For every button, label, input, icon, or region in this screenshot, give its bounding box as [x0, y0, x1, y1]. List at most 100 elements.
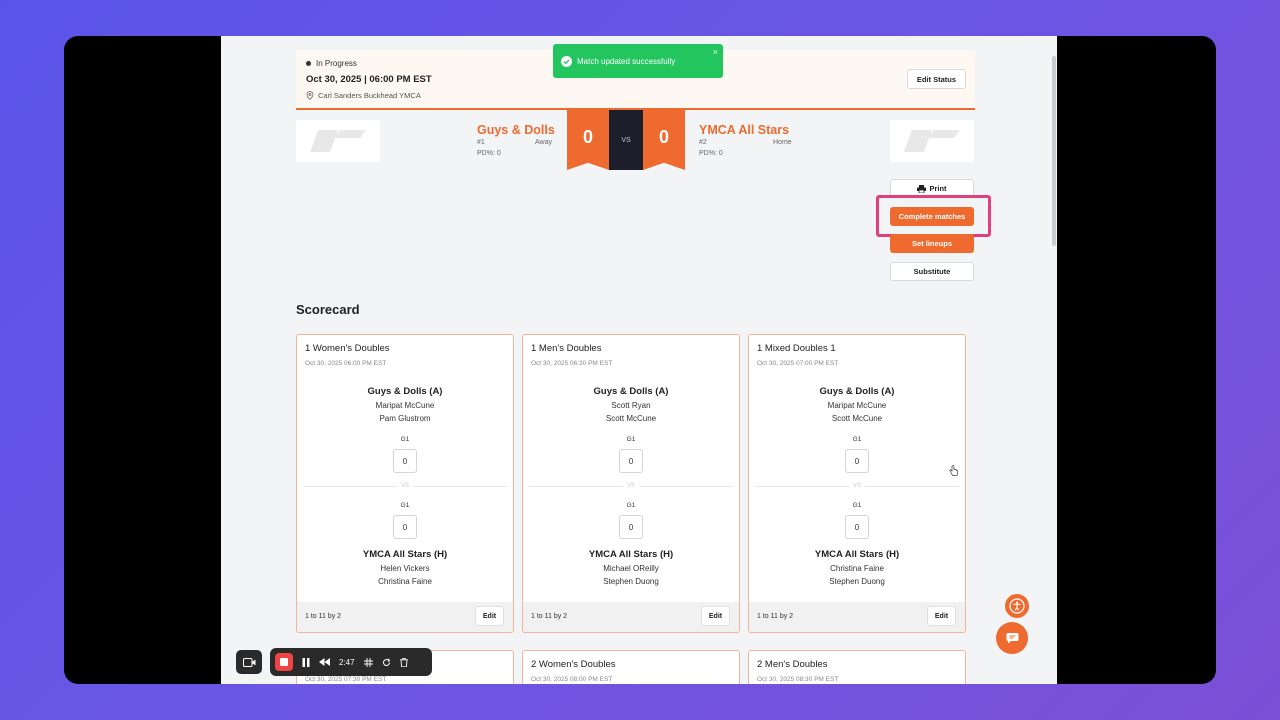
accessibility-icon	[1009, 598, 1025, 614]
page-scrollbar[interactable]	[1052, 56, 1056, 246]
player-name: Pam Glustrom	[379, 414, 431, 423]
team-a-block: Guys & Dolls (A) Scott Ryan Scott McCune	[523, 385, 739, 425]
logo-placeholder-icon	[310, 130, 366, 152]
vs-divider: VS	[523, 483, 739, 489]
pause-icon[interactable]	[302, 657, 310, 667]
away-team-rank: #1	[477, 139, 485, 146]
card-title: 1 Men's Doubles	[531, 343, 602, 354]
home-team-rank: #2	[699, 139, 707, 146]
game-label: G1	[626, 502, 636, 509]
chat-icon	[1006, 633, 1018, 644]
team-b-block: YMCA All Stars (H) Helen Vickers Christi…	[297, 548, 513, 588]
card-footer: 1 to 11 by 2 Edit	[297, 602, 513, 632]
match-location: Carl Sanders Buckhead YMCA	[306, 91, 421, 100]
home-team-side: Home	[773, 139, 792, 146]
match-card: 1 Women's Doubles Oct 30, 2025 06:00 PM …	[296, 334, 514, 633]
score-input-a[interactable]: 0	[845, 449, 869, 473]
match-card: 1 Mixed Doubles 1 Oct 30, 2025 07:00 PM …	[748, 334, 966, 633]
away-team-logo	[296, 120, 380, 162]
scorecard-title: Scorecard	[296, 302, 360, 317]
recording-toolbar: 2:47	[270, 648, 432, 676]
trash-icon[interactable]	[399, 657, 408, 667]
success-toast: Match updated successfully ×	[553, 44, 723, 78]
home-score: 0	[643, 110, 685, 170]
score-input-b[interactable]: 0	[393, 515, 417, 539]
score-input-b[interactable]: 0	[619, 515, 643, 539]
grid-icon[interactable]	[363, 657, 373, 667]
location-pin-icon	[306, 91, 314, 100]
team-a-name: Guys & Dolls (A)	[367, 386, 443, 397]
match-card: 1 Men's Doubles Oct 30, 2025 06:30 PM ES…	[522, 334, 740, 633]
match-status: In Progress	[306, 59, 357, 68]
edit-status-button[interactable]: Edit Status	[906, 69, 966, 89]
player-name: Christina Faine	[378, 577, 432, 586]
match-page: In Progress Oct 30, 2025 | 06:00 PM EST …	[221, 36, 1057, 684]
vs-text: VS	[622, 483, 639, 489]
team-a-block: Guys & Dolls (A) Maripat McCune Scott Mc…	[749, 385, 965, 425]
home-team-name: YMCA All Stars	[699, 123, 790, 137]
stop-recording-button[interactable]	[275, 653, 293, 671]
vs-text: VS	[848, 483, 865, 489]
card-date: Oct 30, 2025 08:00 PM EST	[531, 676, 613, 683]
vs-text: VS	[396, 483, 413, 489]
status-text: In Progress	[316, 59, 357, 68]
substitute-button[interactable]: Substitute	[890, 262, 974, 281]
player-name: Michael OReilly	[603, 564, 659, 573]
score-input-a[interactable]: 0	[393, 449, 417, 473]
player-name: Maripat McCune	[375, 401, 435, 410]
logo-placeholder-icon	[904, 130, 960, 152]
vs-divider: VS	[749, 483, 965, 489]
status-dot-icon	[306, 61, 311, 66]
player-name: Maripat McCune	[827, 401, 887, 410]
team-b-name: YMCA All Stars (H)	[588, 549, 674, 560]
card-date: Oct 30, 2025 06:30 PM EST	[531, 360, 613, 367]
away-team-pd: PD%: 0	[477, 150, 501, 157]
score-input-b[interactable]: 0	[845, 515, 869, 539]
set-lineups-button[interactable]: Set lineups	[890, 234, 974, 253]
card-title: 1 Women's Doubles	[305, 343, 390, 354]
match-card: 2 Women's Doubles Oct 30, 2025 08:00 PM …	[522, 650, 740, 684]
team-a-block: Guys & Dolls (A) Maripat McCune Pam Glus…	[297, 385, 513, 425]
card-date: Oct 30, 2025 08:30 PM EST	[757, 676, 839, 683]
recording-time: 2:47	[339, 657, 355, 667]
hand-cursor-icon	[949, 465, 958, 476]
game-format: 1 to 11 by 2	[757, 613, 794, 620]
card-date: Oct 30, 2025 06:00 PM EST	[305, 360, 387, 367]
card-title: 2 Men's Doubles	[757, 659, 828, 670]
game-label: G1	[626, 436, 636, 443]
away-team-name: Guys & Dolls	[477, 123, 555, 137]
game-label: G1	[852, 502, 862, 509]
home-team-logo	[890, 120, 974, 162]
game-format: 1 to 11 by 2	[305, 613, 342, 620]
accessibility-button[interactable]	[1005, 594, 1029, 618]
score-input-a[interactable]: 0	[619, 449, 643, 473]
player-name: Helen Vickers	[380, 564, 430, 573]
card-title: 2 Women's Doubles	[531, 659, 616, 670]
team-a-name: Guys & Dolls (A)	[593, 386, 669, 397]
camera-icon	[242, 657, 255, 667]
screen-frame: In Progress Oct 30, 2025 | 06:00 PM EST …	[64, 36, 1216, 684]
player-name: Stephen Duong	[829, 577, 885, 586]
toast-close-icon[interactable]: ×	[713, 47, 718, 57]
edit-match-button[interactable]: Edit	[475, 606, 504, 626]
edit-match-button[interactable]: Edit	[927, 606, 956, 626]
vs-divider: VS	[297, 483, 513, 489]
card-footer: 1 to 11 by 2 Edit	[749, 602, 965, 632]
game-label: G1	[852, 436, 862, 443]
restart-icon[interactable]	[382, 657, 391, 667]
home-team-pd: PD%: 0	[699, 150, 723, 157]
player-name: Stephen Duong	[603, 577, 659, 586]
chat-button[interactable]	[996, 622, 1028, 654]
team-b-name: YMCA All Stars (H)	[362, 549, 448, 560]
player-name: Scott McCune	[605, 414, 657, 423]
player-name: Scott Ryan	[611, 401, 651, 410]
game-label: G1	[400, 502, 410, 509]
edit-match-button[interactable]: Edit	[701, 606, 730, 626]
player-name: Scott McCune	[831, 414, 883, 423]
team-b-block: YMCA All Stars (H) Michael OReilly Steph…	[523, 548, 739, 588]
card-title: 1 Mixed Doubles 1	[757, 343, 836, 354]
location-text: Carl Sanders Buckhead YMCA	[318, 91, 421, 100]
camera-toggle-button[interactable]	[236, 650, 262, 674]
vs-badge: VS	[609, 110, 643, 170]
rewind-icon[interactable]	[319, 658, 330, 666]
